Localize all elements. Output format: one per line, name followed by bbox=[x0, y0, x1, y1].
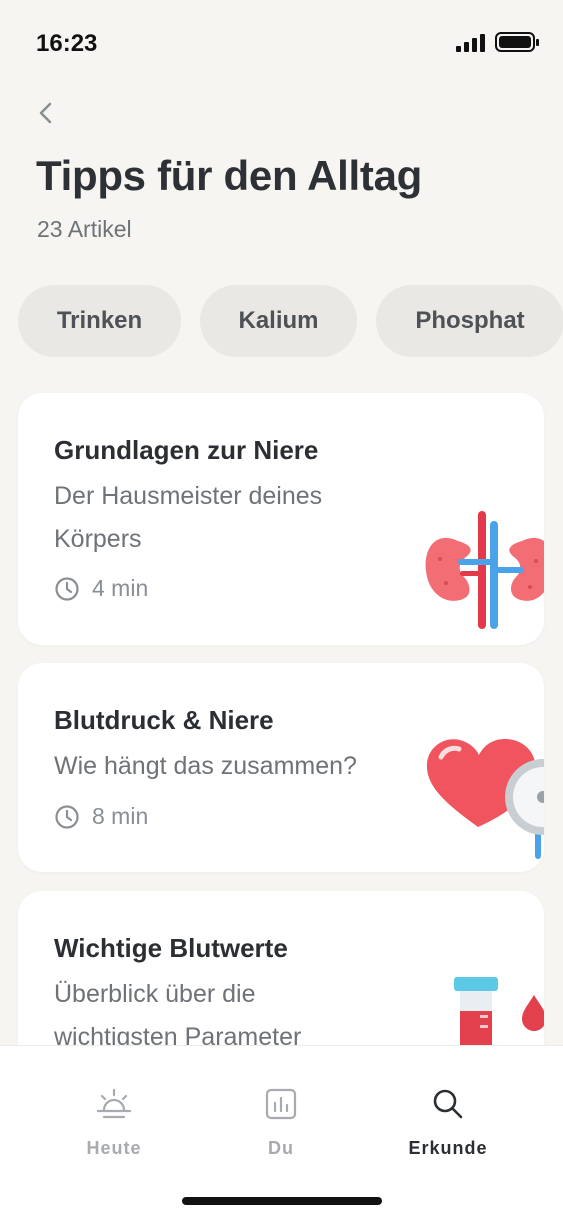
chip-kalium[interactable]: Kalium bbox=[200, 285, 357, 357]
chip-trinken[interactable]: Trinken bbox=[18, 285, 181, 357]
article-duration: 8 min bbox=[54, 803, 148, 830]
tab-label: Du bbox=[268, 1138, 294, 1158]
back-button[interactable] bbox=[30, 96, 64, 130]
kidneys-icon bbox=[425, 511, 544, 629]
status-bar: 16:23 bbox=[0, 0, 563, 90]
blood-test-tube-icon bbox=[454, 977, 544, 1055]
tab-du[interactable]: Du bbox=[221, 1084, 341, 1159]
article-card-kidney[interactable]: Grundlagen zur Niere Der Hausmeister dei… bbox=[18, 393, 544, 645]
tab-label: Heute bbox=[86, 1138, 142, 1158]
clock-icon bbox=[55, 576, 79, 601]
sunrise-icon bbox=[96, 1088, 132, 1119]
article-title: Wichtige Blutwerte bbox=[54, 933, 288, 963]
status-time: 16:23 bbox=[36, 30, 98, 57]
article-duration: 4 min bbox=[54, 575, 148, 602]
status-icons bbox=[456, 32, 539, 52]
battery-icon bbox=[495, 32, 539, 52]
chart-icon bbox=[265, 1088, 297, 1120]
article-card-blood-pressure[interactable]: Blutdruck & Niere Wie hängt das zusammen… bbox=[18, 663, 544, 872]
tab-label: Erkunde bbox=[408, 1138, 488, 1158]
signal-icon bbox=[456, 32, 485, 52]
tab-heute[interactable]: Heute bbox=[54, 1084, 174, 1159]
article-count: 23 Artikel bbox=[37, 216, 132, 242]
duration-label: 8 min bbox=[92, 803, 149, 829]
duration-label: 4 min bbox=[92, 575, 149, 601]
clock-icon bbox=[55, 804, 79, 829]
search-icon bbox=[433, 1089, 463, 1119]
article-description: Der Hausmeister deines Körpers bbox=[54, 482, 323, 553]
chip-phosphat[interactable]: Phosphat bbox=[376, 285, 563, 357]
tab-erkunde[interactable]: Erkunde bbox=[388, 1084, 508, 1159]
heart-pressure-gauge-icon bbox=[426, 739, 544, 859]
home-indicator bbox=[182, 1197, 382, 1205]
bottom-tab-bar: Heute Du Erkunde bbox=[0, 1045, 563, 1219]
article-description: Wie hängt das zusammen? bbox=[54, 752, 357, 780]
chevron-left-icon bbox=[39, 102, 52, 124]
article-title: Blutdruck & Niere bbox=[54, 705, 274, 735]
article-title: Grundlagen zur Niere bbox=[54, 435, 319, 465]
page-title: Tipps für den Alltag bbox=[36, 152, 423, 199]
filter-chips: Trinken Kalium Phosphat bbox=[18, 285, 563, 357]
